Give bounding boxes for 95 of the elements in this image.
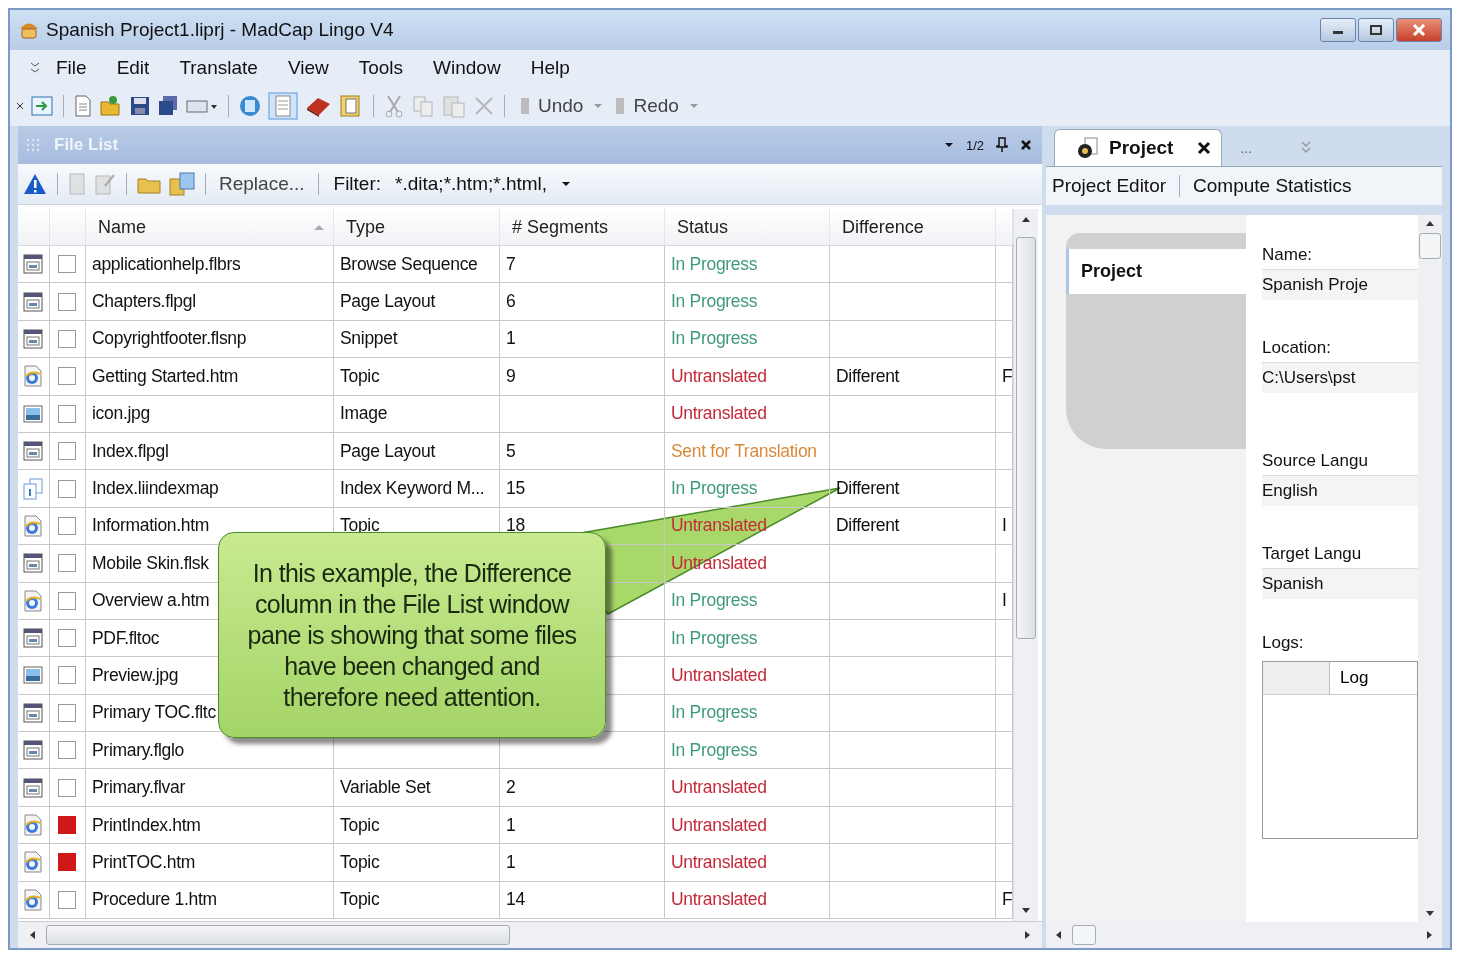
callout-bubble: In this example, the Difference column in the File List window pane is showing that some files have been changed and therefore need attention. bbox=[218, 532, 606, 738]
table-cell: Variable Set bbox=[340, 777, 431, 799]
table-cell: 7 bbox=[506, 253, 516, 275]
status-text: In Progress bbox=[671, 253, 758, 275]
menu-item[interactable]: Window bbox=[419, 53, 515, 83]
menu-item[interactable]: View bbox=[273, 53, 343, 83]
table-cell: PDF.fltoc bbox=[92, 627, 160, 649]
table-cell: Procedure 1.htm bbox=[92, 889, 217, 911]
table-cell: Getting Started.htm bbox=[92, 365, 239, 387]
table-cell: Topic bbox=[340, 365, 380, 387]
table-cell: Primary TOC.fltc bbox=[92, 702, 216, 724]
column-header[interactable]: Status bbox=[665, 209, 830, 245]
table-cell: 1 bbox=[506, 814, 516, 836]
table-cell: Image bbox=[340, 403, 388, 425]
pane-title: File List bbox=[54, 135, 119, 155]
page-indicator[interactable]: 1/2 bbox=[965, 137, 984, 153]
more-tabs-button[interactable]: ... bbox=[1232, 130, 1261, 166]
table-cell: PrintTOC.htm bbox=[92, 851, 196, 873]
input-field[interactable]: English bbox=[1262, 476, 1418, 506]
filter-dropdown[interactable]: *.dita;*.htm;*.html, bbox=[387, 171, 582, 197]
menu-item[interactable]: Tools bbox=[344, 53, 418, 83]
column-header[interactable]: Name bbox=[86, 209, 334, 245]
table-cell: 6 bbox=[506, 291, 516, 313]
status-text: In Progress bbox=[671, 627, 758, 649]
table-cell: Mobile Skin.flsk bbox=[92, 552, 209, 574]
nav-item[interactable]: Project bbox=[1066, 249, 1246, 294]
status-text: Sent for Translation bbox=[671, 440, 817, 462]
table-cell: F bbox=[1002, 365, 1012, 387]
toolbar-link[interactable]: Project Editor bbox=[1046, 171, 1173, 201]
table-cell: applicationhelp.flbrs bbox=[92, 253, 241, 275]
table-cell: icon.jpg bbox=[92, 403, 150, 425]
project-tab[interactable]: Project bbox=[1054, 129, 1223, 166]
status-text: In Progress bbox=[671, 328, 758, 350]
table-cell: Topic bbox=[340, 889, 380, 911]
table-cell: Different bbox=[836, 515, 900, 537]
status-text: In Progress bbox=[671, 739, 758, 761]
column-header[interactable]: Type bbox=[334, 209, 500, 245]
input-field[interactable]: Spanish Proje bbox=[1262, 270, 1418, 300]
table-cell: 1 bbox=[506, 851, 516, 873]
table-cell: I bbox=[1002, 590, 1007, 612]
replace-button[interactable]: Replace... bbox=[215, 171, 309, 197]
status-text: Untranslated bbox=[671, 851, 767, 873]
table-cell: 15 bbox=[506, 478, 525, 500]
status-text: In Progress bbox=[671, 590, 758, 612]
table-cell: Copyrightfooter.flsnp bbox=[92, 328, 247, 350]
status-text: Untranslated bbox=[671, 665, 767, 686]
status-text: Untranslated bbox=[671, 403, 767, 425]
menu-item[interactable]: Translate bbox=[165, 53, 272, 83]
table-cell: Different bbox=[836, 365, 900, 387]
input-field[interactable]: Spanish bbox=[1262, 569, 1418, 599]
table-cell: I bbox=[1002, 515, 1007, 537]
table-cell: Index Keyword M... bbox=[340, 478, 485, 500]
column-header[interactable]: Log bbox=[1330, 662, 1379, 694]
window-title: Spanish Project1.liprj - MadCap Lingo V4 bbox=[46, 19, 394, 41]
redo-button[interactable]: Redo bbox=[609, 93, 683, 119]
menu-item[interactable]: Help bbox=[516, 53, 584, 83]
table-cell: 1 bbox=[506, 328, 516, 350]
status-text: Untranslated bbox=[671, 515, 767, 537]
table-cell: 2 bbox=[506, 777, 516, 799]
table-cell: Index.liindexmap bbox=[92, 478, 219, 500]
table-cell: Index.flpgl bbox=[92, 440, 169, 462]
table-cell: Page Layout bbox=[340, 440, 435, 462]
table-cell: Page Layout bbox=[340, 291, 435, 313]
table-cell: Browse Sequence bbox=[340, 253, 478, 275]
status-text: Untranslated bbox=[671, 889, 767, 911]
table-cell: 5 bbox=[506, 440, 516, 462]
table-cell: 14 bbox=[506, 889, 525, 911]
status-text: In Progress bbox=[671, 702, 758, 724]
filter-label: Filter: bbox=[333, 173, 382, 195]
table-cell: Primary.flvar bbox=[92, 777, 185, 799]
table-cell: Snippet bbox=[340, 328, 398, 350]
table-cell: Topic bbox=[340, 851, 380, 873]
table-cell: Different bbox=[836, 478, 900, 500]
table-cell: PrintIndex.htm bbox=[92, 814, 201, 836]
undo-button[interactable]: Undo bbox=[514, 93, 588, 119]
menu-item[interactable]: Edit bbox=[102, 53, 164, 83]
table-cell: Overview a.htm bbox=[92, 590, 210, 612]
table-cell: Topic bbox=[340, 814, 380, 836]
table-cell: Preview.jpg bbox=[92, 665, 179, 686]
status-text: Untranslated bbox=[671, 365, 767, 387]
toolbar-link[interactable]: Compute Statistics bbox=[1187, 171, 1358, 201]
table-cell: Chapters.flpgl bbox=[92, 291, 196, 313]
field-label: Logs: bbox=[1262, 632, 1305, 654]
column-header[interactable]: # Segments bbox=[500, 209, 665, 245]
status-text: Untranslated bbox=[671, 777, 767, 799]
table-cell: Primary.flglo bbox=[92, 739, 185, 761]
status-text: Untranslated bbox=[671, 814, 767, 836]
menu-item[interactable]: File bbox=[42, 53, 101, 83]
status-text: In Progress bbox=[671, 478, 758, 500]
input-field[interactable]: C:\Users\pst bbox=[1262, 363, 1418, 393]
table-cell: 9 bbox=[506, 365, 516, 387]
table-cell: Information.htm bbox=[92, 515, 210, 537]
column-header[interactable]: Difference bbox=[830, 209, 996, 245]
table-cell: F bbox=[1002, 889, 1012, 911]
status-text: In Progress bbox=[671, 291, 758, 313]
